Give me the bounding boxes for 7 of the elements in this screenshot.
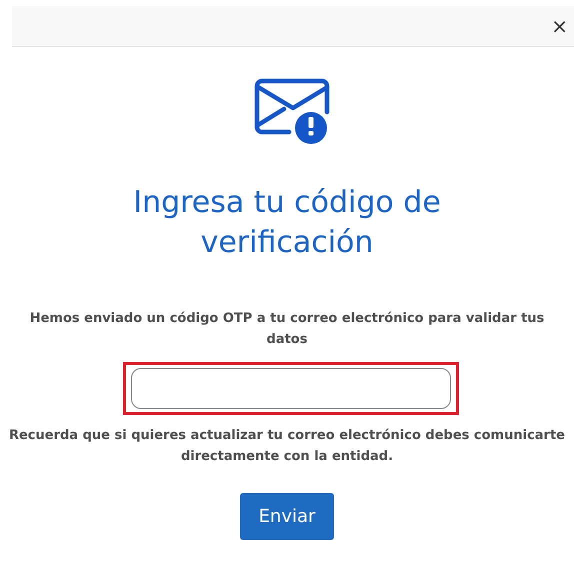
instruction-text: Hemos enviado un código OTP a tu correo electrónico para validar tus datos (28, 310, 546, 349)
mail-alert-icon (252, 77, 330, 145)
note-text: Recuerda que si quieres actualizar tu correo electrónico debes comunicarte directamente con la entidad. (8, 427, 566, 466)
dialog-title: Ingresa tu código de verificación (132, 184, 442, 262)
send-button[interactable]: Enviar (240, 493, 334, 540)
code-input-field[interactable] (131, 368, 451, 409)
close-button[interactable]: × (547, 14, 572, 38)
